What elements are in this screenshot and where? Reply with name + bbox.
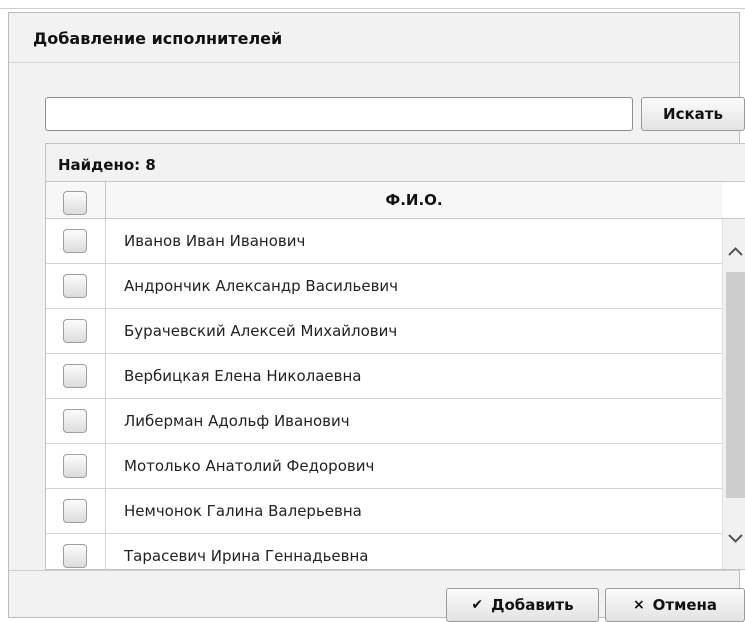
performer-name: Иванов Иван Иванович <box>124 232 306 250</box>
row-checkbox-cell <box>46 534 106 569</box>
dialog-title: Добавление исполнителей <box>9 13 739 63</box>
table-row[interactable]: Иванов Иван Иванович <box>46 219 722 264</box>
row-checkbox[interactable] <box>63 454 87 478</box>
performer-name: Либерман Адольф Иванович <box>124 412 350 430</box>
table-row[interactable]: Андрончик Александр Васильевич <box>46 264 722 309</box>
row-checkbox-cell <box>46 264 106 308</box>
table-row[interactable]: Вербицкая Елена Николаевна <box>46 354 722 399</box>
found-count: Найдено: 8 <box>46 144 745 182</box>
header-scroll-filler <box>722 182 745 219</box>
table-row[interactable]: Мотолько Анатолий Федорович <box>46 444 722 489</box>
header-checkbox-cell <box>46 182 106 218</box>
row-checkbox[interactable] <box>63 499 87 523</box>
row-checkbox-cell <box>46 489 106 533</box>
check-icon: ✔ <box>471 597 484 613</box>
background-page-strip <box>0 0 745 9</box>
add-button-label: Добавить <box>491 596 574 614</box>
row-checkbox[interactable] <box>63 274 87 298</box>
row-checkbox[interactable] <box>63 229 87 253</box>
search-button[interactable]: Искать <box>641 97 745 131</box>
table-row[interactable]: Бурачевский Алексей Михайлович <box>46 309 722 354</box>
scroll-thumb[interactable] <box>726 272 745 498</box>
table-row[interactable]: Либерман Адольф Иванович <box>46 399 722 444</box>
row-checkbox-cell <box>46 399 106 443</box>
row-checkbox[interactable] <box>63 409 87 433</box>
performer-name: Андрончик Александр Васильевич <box>124 277 399 295</box>
row-checkbox-cell <box>46 219 106 263</box>
performer-name: Вербицкая Елена Николаевна <box>124 367 362 385</box>
performer-name: Немчонок Галина Валерьевна <box>124 502 362 520</box>
footer-divider <box>9 570 739 571</box>
cancel-button-label: Отмена <box>652 596 718 614</box>
select-all-checkbox[interactable] <box>63 191 87 215</box>
performer-name: Мотолько Анатолий Федорович <box>124 457 375 475</box>
table-row[interactable]: Немчонок Галина Валерьевна <box>46 489 722 534</box>
row-checkbox-cell <box>46 354 106 398</box>
performers-grid: Найдено: 8 Ф.И.О. Иванов Иван Иванович Ан… <box>45 143 745 570</box>
row-checkbox[interactable] <box>63 544 87 568</box>
row-checkbox-cell <box>46 309 106 353</box>
search-input[interactable] <box>45 97 633 131</box>
row-checkbox[interactable] <box>63 364 87 388</box>
add-performers-dialog: Добавление исполнителей Искать Найдено: … <box>8 12 745 622</box>
chevron-down-icon[interactable] <box>723 525 745 551</box>
column-header-fio[interactable]: Ф.И.О. <box>106 182 722 218</box>
cancel-button[interactable]: × Отмена <box>605 588 745 622</box>
add-button[interactable]: ✔ Добавить <box>446 588 599 622</box>
vertical-scrollbar[interactable] <box>722 219 745 569</box>
chevron-up-icon[interactable] <box>723 239 745 265</box>
performer-name: Тарасевич Ирина Геннадьевна <box>124 547 369 565</box>
grid-header: Ф.И.О. <box>46 182 722 219</box>
close-icon: × <box>632 597 645 613</box>
grid-rows: Иванов Иван Иванович Андрончик Александр … <box>46 219 722 569</box>
row-checkbox-cell <box>46 444 106 488</box>
table-row[interactable]: Тарасевич Ирина Геннадьевна <box>46 534 722 569</box>
row-checkbox[interactable] <box>63 319 87 343</box>
performer-name: Бурачевский Алексей Михайлович <box>124 322 398 340</box>
